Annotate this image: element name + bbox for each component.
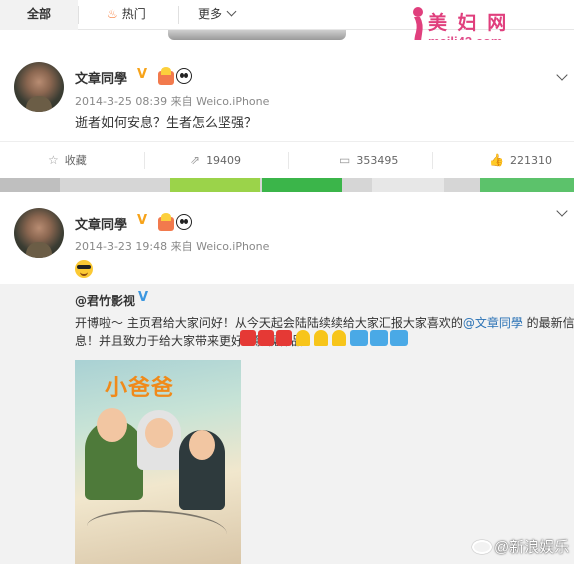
vip-v-icon[interactable]: V — [137, 213, 147, 228]
partial-image — [168, 30, 346, 40]
verified-v-icon: V — [138, 290, 149, 305]
poster-title: 小爸爸 — [105, 375, 175, 401]
sina-watermark: @新浪娱乐 — [472, 536, 569, 557]
post-time[interactable]: 2014-3-23 19:48 — [75, 240, 167, 253]
red-sticker-icon — [240, 330, 256, 346]
chevron-down-icon[interactable] — [556, 205, 568, 217]
post-actions: ☆ 收藏 ⇗ 19409 ▭ 353495 👍 221310 — [0, 141, 574, 178]
avatar[interactable] — [14, 208, 64, 258]
comment-icon: ▭ — [339, 153, 351, 167]
repost-box: @君竹影视 V 开博啦～ 主页君给大家问好！从今天起会陆陆续续给大家汇报大家喜欢… — [0, 284, 574, 564]
favorite-button[interactable]: ☆ 收藏 — [48, 142, 87, 179]
member-badge-icon[interactable] — [158, 213, 174, 231]
tab-all[interactable]: 全部 — [0, 0, 78, 30]
weibo-eye-icon — [472, 540, 492, 554]
favorite-label: 收藏 — [64, 154, 87, 167]
star-icon: ☆ — [48, 153, 59, 167]
tab-more-label: 更多 — [198, 7, 223, 21]
source-prefix: 来自 — [170, 95, 193, 108]
poster-face — [145, 418, 173, 448]
divider — [78, 6, 79, 24]
panda-badge-icon[interactable] — [176, 68, 192, 84]
autograph-scribble — [87, 510, 227, 550]
post-source[interactable]: Weico.iPhone — [196, 240, 269, 253]
poster-face — [189, 430, 215, 460]
repost-username[interactable]: @君竹影视 — [75, 292, 135, 309]
poster-image[interactable]: 小爸爸 — [75, 360, 241, 564]
weibo-post: 文章同學 V 2014-3-25 08:39 来自 Weico.iPhone 逝… — [0, 40, 574, 178]
avatar[interactable] — [14, 62, 64, 112]
tab-hot[interactable]: ♨ 热门 — [107, 0, 146, 30]
post-meta: 2014-3-25 08:39 来自 Weico.iPhone — [75, 93, 269, 109]
like-count: 221310 — [509, 154, 552, 167]
post-time[interactable]: 2014-3-25 08:39 — [75, 95, 167, 108]
chevron-down-icon — [226, 6, 237, 17]
divider — [144, 152, 145, 169]
watermark-title: 美 妇 网 — [428, 12, 509, 34]
chevron-down-icon[interactable] — [556, 69, 568, 81]
trophy-emoji-icon — [390, 330, 408, 346]
repost-text-line-1: 开博啦～ 主页君给大家问好！从今天起会陆陆续续给大家汇报大家喜欢的@文章同學 的… — [75, 314, 574, 331]
repost-count: 19409 — [206, 154, 242, 167]
divider — [432, 152, 433, 169]
comment-count: 353495 — [356, 154, 399, 167]
repost-button[interactable]: ⇗ 19409 — [190, 142, 241, 179]
weibo-post: 文章同學 V 2014-3-23 19:48 来自 Weico.iPhone @… — [0, 192, 574, 564]
source-prefix: 来自 — [170, 240, 193, 253]
username[interactable]: 文章同學 — [75, 68, 127, 87]
image-strip — [0, 178, 574, 192]
repost-text: 开博啦～ 主页君给大家问好！从今天起会陆陆续续给大家汇报大家喜欢的 — [75, 316, 463, 330]
trophy-emoji-icon — [350, 330, 368, 346]
sina-watermark-text: @新浪娱乐 — [494, 539, 570, 556]
divider — [288, 152, 289, 169]
username[interactable]: 文章同學 — [75, 214, 127, 233]
hand-emoji-icon — [296, 330, 310, 346]
tab-hot-label: 热门 — [121, 7, 146, 21]
cool-face-emoji-icon — [75, 260, 93, 278]
hand-emoji-icon — [332, 330, 346, 346]
vip-v-icon[interactable]: V — [137, 67, 147, 82]
post-text: 逝者如何安息？生者怎么坚强？ — [75, 116, 258, 131]
tab-more-dropdown[interactable]: 更多 — [198, 0, 237, 30]
mention-link[interactable]: @文章同學 — [463, 316, 523, 330]
red-sticker-icon — [276, 330, 292, 346]
thumbs-up-icon: 👍 — [489, 153, 504, 167]
member-badge-icon[interactable] — [158, 67, 174, 85]
like-button[interactable]: 👍 221310 — [489, 142, 552, 179]
repost-icon: ⇗ — [190, 153, 201, 167]
tab-all-label: 全部 — [26, 7, 51, 21]
comment-button[interactable]: ▭ 353495 — [339, 142, 398, 179]
flame-icon: ♨ — [107, 7, 118, 21]
post-meta: 2014-3-23 19:48 来自 Weico.iPhone — [75, 238, 269, 254]
hand-emoji-icon — [314, 330, 328, 346]
post-source[interactable]: Weico.iPhone — [196, 95, 269, 108]
repost-text: 的最新信 — [522, 316, 574, 330]
trophy-emoji-icon — [370, 330, 388, 346]
poster-face — [97, 408, 127, 442]
divider — [178, 6, 179, 24]
red-sticker-icon — [258, 330, 274, 346]
panda-badge-icon[interactable] — [176, 214, 192, 230]
